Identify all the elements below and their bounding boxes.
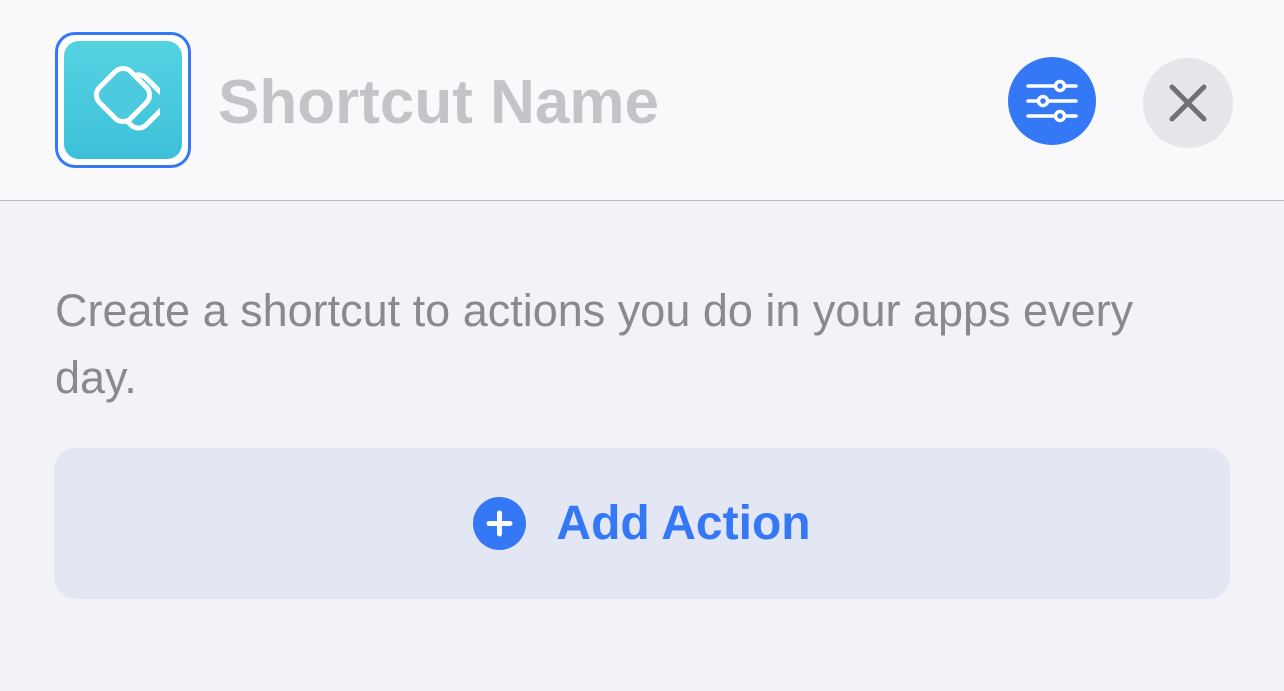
close-button[interactable] [1143,58,1233,148]
shortcut-icon-button[interactable] [55,32,191,168]
shortcut-name-field[interactable]: Shortcut Name [218,66,659,140]
sliders-icon [1026,79,1078,123]
settings-button[interactable] [1008,57,1096,145]
header: Shortcut Name [0,0,1284,201]
add-action-label: Add Action [556,497,811,550]
shortcuts-layers-icon [64,41,182,159]
add-action-button[interactable]: Add Action [54,448,1230,599]
close-icon [1169,84,1207,122]
plus-circle-icon [473,497,527,550]
shortcut-description: Create a shortcut to actions you do in y… [55,285,1134,403]
